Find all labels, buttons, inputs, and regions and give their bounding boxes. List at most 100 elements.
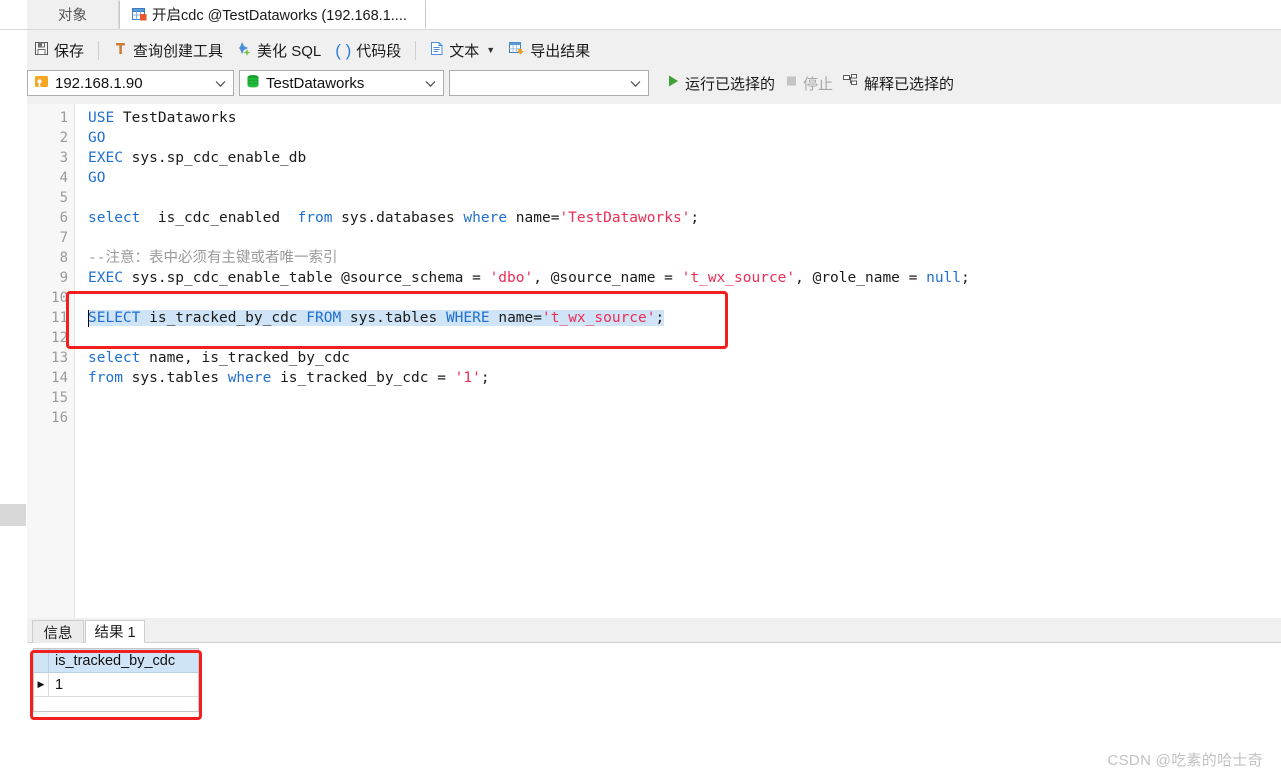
grid-empty-filler xyxy=(34,697,198,711)
code-text-area[interactable]: USE TestDataworks GO EXEC sys.sp_cdc_ena… xyxy=(76,104,1281,618)
beautify-sql-button[interactable]: 美化 SQL xyxy=(231,38,327,62)
query-builder-button[interactable]: 查询创建工具 xyxy=(107,38,229,62)
results-panel: 信息 结果 1 is_tracked_by_cdc ▶ 1 xyxy=(27,618,1281,782)
line-number: 12 xyxy=(51,330,68,346)
tab-objects[interactable]: 对象 xyxy=(27,0,119,29)
query-tab-icon xyxy=(132,7,147,22)
text-output-button[interactable]: 文本 ▼ xyxy=(424,38,501,62)
save-button[interactable]: 保存 xyxy=(28,38,90,62)
tabstrip-empty-area xyxy=(426,0,1281,29)
column-header-is-tracked-by-cdc[interactable]: is_tracked_by_cdc xyxy=(49,653,175,669)
line-number: 1 xyxy=(59,110,68,126)
stop-button[interactable]: 停止 xyxy=(780,71,838,95)
run-selected-label: 运行已选择的 xyxy=(685,75,776,93)
table-row[interactable]: ▶ 1 xyxy=(34,673,198,697)
chevron-down-icon[interactable] xyxy=(425,75,436,92)
export-results-label: 导出结果 xyxy=(530,42,591,60)
line-number: 9 xyxy=(59,270,68,286)
connection-bar: 192.168.1.90 TestDataworks 运行已选择的 停止 解释已… xyxy=(27,69,959,97)
code-line-13: select name, is_tracked_by_cdc xyxy=(88,350,350,366)
query-builder-icon xyxy=(113,41,128,60)
toolbar-separator-1 xyxy=(98,40,100,60)
toolbar-separator-2 xyxy=(415,40,417,60)
result-grid[interactable]: is_tracked_by_cdc ▶ 1 xyxy=(33,648,199,712)
code-line-14: from sys.tables where is_tracked_by_cdc … xyxy=(88,370,490,386)
code-line-6: select is_cdc_enabled from sys.databases… xyxy=(88,210,700,226)
sql-editor[interactable]: 1 2 3 4 5 6 7 8 9 10 11 12 13 14 15 16 U… xyxy=(27,104,1281,618)
text-document-icon xyxy=(430,41,444,60)
window-tabstrip: 对象 开启cdc @TestDataworks (192.168.1.... xyxy=(0,0,1281,30)
line-number: 10 xyxy=(51,290,68,306)
line-number: 8 xyxy=(59,250,68,266)
chevron-down-icon[interactable]: ▼ xyxy=(486,45,495,55)
save-label: 保存 xyxy=(54,42,85,60)
line-number-gutter: 1 2 3 4 5 6 7 8 9 10 11 12 13 14 15 16 xyxy=(27,104,75,618)
csdn-watermark: CSDN @吃素的哈士奇 xyxy=(1107,752,1263,769)
result-grid-header: is_tracked_by_cdc xyxy=(34,649,198,673)
line-number: 3 xyxy=(59,150,68,166)
snippet-button[interactable]: ( ) 代码段 xyxy=(329,38,407,62)
beautify-sql-label: 美化 SQL xyxy=(257,42,322,60)
run-selected-button[interactable]: 运行已选择的 xyxy=(662,71,780,95)
code-line-4: GO xyxy=(88,170,106,186)
tab-result-1[interactable]: 结果 1 xyxy=(85,620,145,643)
explain-plan-icon xyxy=(843,74,859,92)
tabstrip-left-pad xyxy=(0,0,27,29)
code-line-1: USE TestDataworks xyxy=(88,110,237,126)
chevron-down-icon[interactable] xyxy=(215,75,226,92)
snippet-parens-icon: ( ) xyxy=(335,40,352,60)
line-number: 14 xyxy=(51,370,68,386)
schema-select[interactable] xyxy=(449,70,649,96)
current-row-marker: ▶ xyxy=(34,673,49,696)
snippet-label: 代码段 xyxy=(356,42,402,60)
explain-selected-button[interactable]: 解释已选择的 xyxy=(838,71,959,95)
row-marker-triangle-icon: ▶ xyxy=(37,679,45,689)
export-results-button[interactable]: 导出结果 xyxy=(503,38,596,62)
export-results-icon xyxy=(509,41,525,60)
line-number: 2 xyxy=(59,130,68,146)
toolbar-actions-row: 保存 查询创建工具 美化 SQL ( ) 代码段 文本 ▼ 导出结果 xyxy=(27,36,597,64)
line-number: 7 xyxy=(59,230,68,246)
code-line-3: EXEC sys.sp_cdc_enable_db xyxy=(88,150,307,166)
database-icon xyxy=(246,74,260,93)
host-select[interactable]: 192.168.1.90 xyxy=(27,70,234,96)
line-number: 15 xyxy=(51,390,68,406)
editor-toolbar: 保存 查询创建工具 美化 SQL ( ) 代码段 文本 ▼ 导出结果 192.1… xyxy=(27,30,1281,104)
stop-square-icon xyxy=(785,74,798,92)
code-line-2: GO xyxy=(88,130,106,146)
line-number: 16 xyxy=(51,410,68,426)
text-output-label: 文本 xyxy=(449,42,480,60)
code-line-11: SELECT is_tracked_by_cdc FROM sys.tables… xyxy=(88,310,665,326)
tab-result-1-label: 结果 1 xyxy=(94,625,136,641)
tab-messages-label: 信息 xyxy=(43,625,73,642)
host-value: 192.168.1.90 xyxy=(55,74,143,92)
line-number: 5 xyxy=(59,190,68,206)
line-number: 13 xyxy=(51,350,68,366)
cell-is-tracked-by-cdc[interactable]: 1 xyxy=(49,677,63,693)
server-connection-icon xyxy=(34,74,49,93)
tab-messages[interactable]: 信息 xyxy=(32,620,84,643)
line-number: 11 xyxy=(51,310,68,326)
tab-objects-label: 对象 xyxy=(58,8,87,24)
line-number: 4 xyxy=(59,170,68,186)
left-edge-marker xyxy=(0,504,26,526)
explain-selected-label: 解释已选择的 xyxy=(864,75,955,93)
save-icon xyxy=(34,41,49,60)
left-rail xyxy=(0,30,27,782)
text-caret xyxy=(88,310,89,327)
query-builder-label: 查询创建工具 xyxy=(133,42,224,60)
code-line-8: --注意：表中必须有主键或者唯一索引 xyxy=(88,250,338,266)
tab-query-label: 开启cdc @TestDataworks (192.168.1.... xyxy=(152,8,407,24)
database-value: TestDataworks xyxy=(266,74,365,92)
play-triangle-icon xyxy=(667,74,680,92)
database-select[interactable]: TestDataworks xyxy=(239,70,444,96)
header-row-selector[interactable] xyxy=(34,649,49,672)
tab-query-open-cdc[interactable]: 开启cdc @TestDataworks (192.168.1.... xyxy=(119,0,426,29)
beautify-icon xyxy=(237,41,252,60)
code-line-9: EXEC sys.sp_cdc_enable_table @source_sch… xyxy=(88,270,970,286)
execution-actions: 运行已选择的 停止 解释已选择的 xyxy=(662,71,959,95)
results-tabbar: 信息 结果 1 xyxy=(27,618,1281,643)
line-number: 6 xyxy=(59,210,68,226)
chevron-down-icon[interactable] xyxy=(630,75,641,92)
stop-label: 停止 xyxy=(803,75,834,93)
